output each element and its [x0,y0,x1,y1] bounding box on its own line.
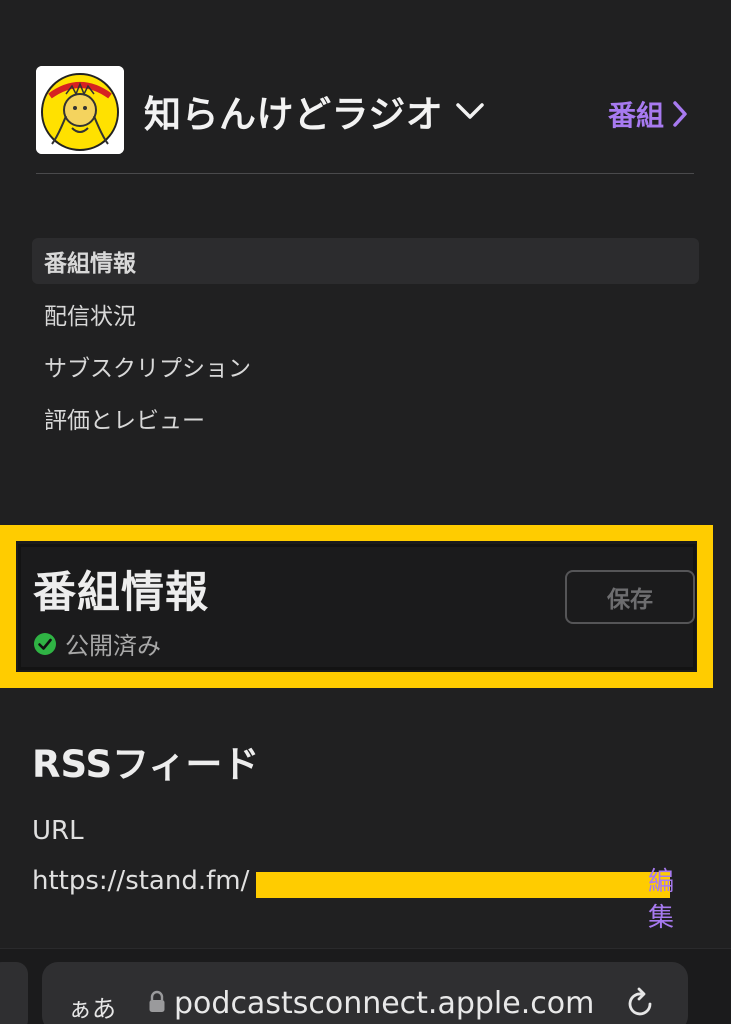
rss-feed-title: RSSフィード [32,743,260,786]
nav-item-label: サブスクリプション [44,356,251,382]
publish-status-label: 公開済み [65,632,161,660]
show-artwork[interactable] [36,66,124,154]
save-button[interactable]: 保存 [565,570,695,624]
url-label: URL [32,816,84,846]
nav-item-label: 番組情報 [44,251,136,277]
section-nav: 番組情報 配信状況 サブスクリプション 評価とレビュー [32,238,699,444]
page-settings-button[interactable]: ぁあ [68,989,116,1024]
section-title: 番組情報 [33,568,209,618]
reload-icon[interactable] [626,986,656,1018]
nav-item-subscriptions[interactable]: サブスクリプション [32,340,699,392]
rss-url-value: https://stand.fm/ [32,866,250,896]
show-title: 知らんけどラジオ [144,93,444,136]
shows-link[interactable]: 番組 [608,94,688,134]
artwork-image [36,66,124,154]
chevron-down-icon [455,101,485,121]
show-header: 知らんけどラジオ 番組 [36,66,694,174]
shows-link-label: 番組 [607,99,664,132]
nav-item-distribution-status[interactable]: 配信状況 [32,288,699,340]
lock-icon [148,990,166,1014]
redaction-bar [256,872,670,898]
publish-status: 公開済み [33,626,161,661]
show-switcher[interactable]: 知らんけどラジオ [144,84,485,138]
previous-tab-peek[interactable] [0,962,28,1024]
check-circle-icon [33,632,57,656]
chevron-right-icon [672,100,688,128]
nav-item-label: 配信状況 [44,304,136,330]
edit-url-link[interactable]: 編集 [646,864,676,936]
nav-item-show-info[interactable]: 番組情報 [32,238,699,284]
address-text[interactable]: podcastsconnect.apple.com [174,986,594,1021]
nav-item-ratings-reviews[interactable]: 評価とレビュー [32,392,699,444]
nav-item-label: 評価とレビュー [44,408,205,434]
address-bar[interactable]: ぁあ podcastsconnect.apple.com [42,962,688,1024]
